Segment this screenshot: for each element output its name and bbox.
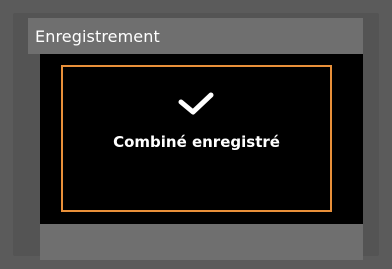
checkmark-icon — [178, 92, 214, 115]
status-dialog: Combiné enregistré — [61, 65, 332, 212]
softkey-bar — [40, 224, 363, 260]
page-title: Enregistrement — [35, 26, 160, 46]
title-bar: Enregistrement — [28, 18, 363, 54]
status-message: Combiné enregistré — [113, 133, 280, 151]
content-area: Combiné enregistré — [40, 54, 363, 224]
